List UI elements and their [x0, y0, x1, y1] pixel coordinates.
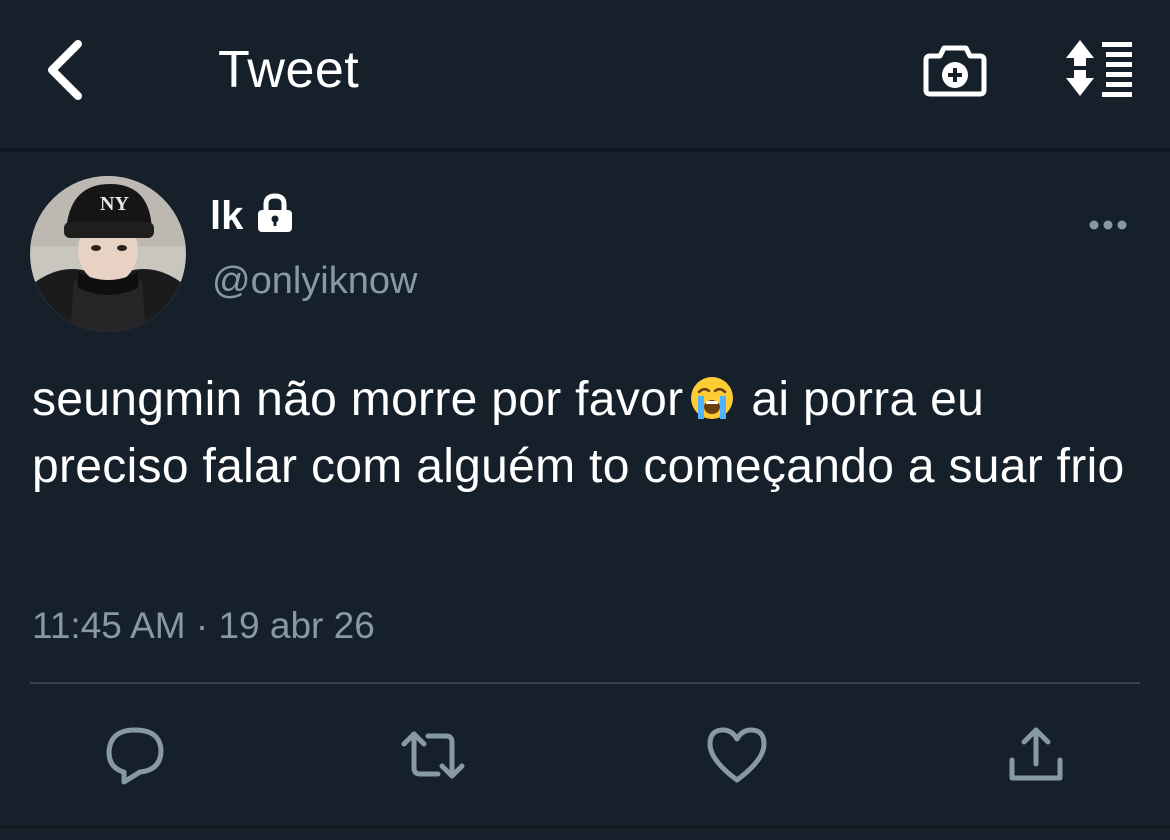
lock-icon — [254, 192, 296, 236]
share-icon — [1009, 727, 1063, 781]
avatar[interactable]: NY — [30, 176, 186, 332]
back-button[interactable] — [38, 36, 98, 104]
like-button[interactable] — [702, 722, 772, 788]
retweet-icon — [401, 731, 465, 779]
camera-add-icon — [923, 45, 987, 97]
reply-button[interactable] — [100, 722, 170, 788]
svg-text:NY: NY — [100, 193, 129, 215]
tweet-timestamp: 11:45 AM · 19 abr 26 — [32, 605, 375, 646]
page-title: Tweet — [218, 41, 360, 99]
tweet-text-part1: seungmin não morre por favor — [32, 373, 684, 426]
like-icon — [707, 727, 767, 783]
camera-button[interactable] — [920, 38, 990, 102]
more-options-button[interactable] — [1080, 210, 1136, 240]
top-bar: Tweet — [0, 0, 1170, 152]
reply-icon — [106, 727, 164, 785]
sort-button[interactable] — [1058, 36, 1138, 100]
sort-arrows-icon — [1066, 40, 1132, 97]
tweet-text: seungmin não morre por favor ai porra eu… — [32, 366, 1152, 500]
chevron-left-icon — [48, 40, 82, 100]
loudly-crying-face-emoji — [689, 375, 735, 421]
bottom-border — [0, 826, 1170, 828]
divider — [30, 682, 1140, 684]
user-handle[interactable]: @onlyiknow — [212, 258, 417, 304]
display-name[interactable]: lk — [210, 194, 243, 238]
share-button[interactable] — [1002, 722, 1072, 788]
retweet-button[interactable] — [398, 722, 468, 788]
profile-photo: NY — [30, 176, 186, 332]
more-horizontal-icon — [1089, 220, 1127, 230]
